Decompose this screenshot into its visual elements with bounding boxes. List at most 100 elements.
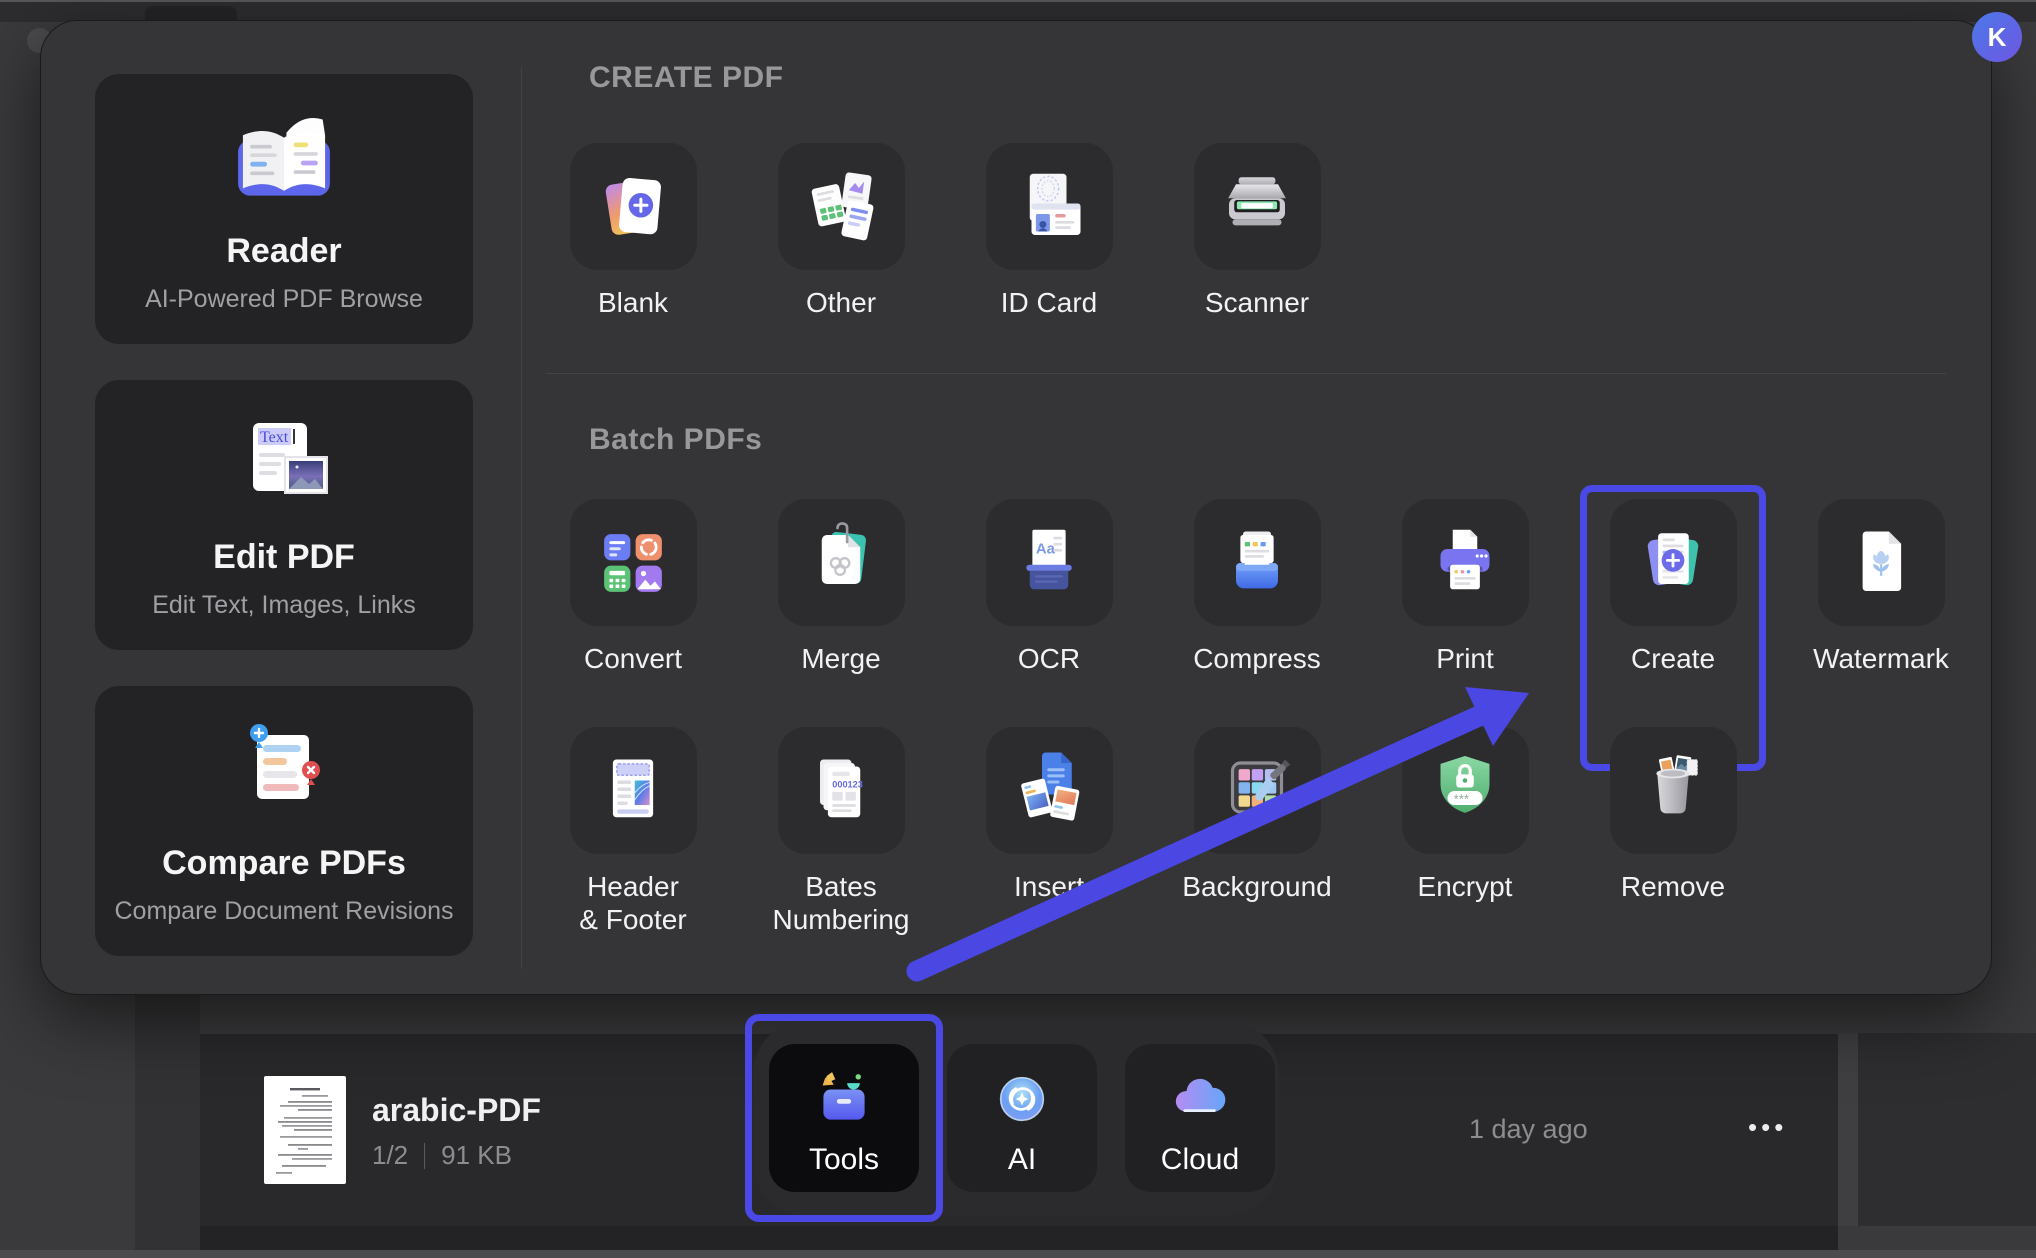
background-area: [1858, 1033, 2036, 1226]
tool-tile-ocr[interactable]: Aa OCR: [945, 499, 1153, 675]
svg-text:Aa: Aa: [1036, 541, 1056, 557]
tool-tile-print[interactable]: Print: [1361, 499, 1569, 675]
merge-icon: [799, 521, 883, 605]
tool-tile-blank[interactable]: Blank: [529, 143, 737, 319]
tool-tile-create[interactable]: Create: [1569, 499, 1777, 675]
mode-card-subtitle: Edit Text, Images, Links: [152, 591, 416, 620]
cloud-icon: [1162, 1061, 1238, 1137]
mode-card-title: Reader: [226, 232, 341, 271]
tool-tile-box: [570, 727, 697, 854]
tool-tile-label: Insert: [1014, 870, 1084, 903]
dock-button-cloud[interactable]: Cloud: [1125, 1044, 1275, 1192]
mode-card-title: Compare PDFs: [162, 844, 406, 883]
batch-pdfs-tile-row-2: Header & Footer 000123 Bates Numbering I…: [529, 727, 1985, 936]
tool-tile-id-card[interactable]: ID Card: [945, 143, 1153, 319]
tool-tile-label: Scanner: [1205, 286, 1309, 319]
file-name[interactable]: arabic-PDF: [372, 1092, 541, 1129]
bottom-dock: Tools AI Cloud: [753, 1020, 1279, 1216]
dock-button-label: AI: [1008, 1143, 1036, 1177]
file-more-menu[interactable]: •••: [1748, 1112, 1787, 1143]
tool-tile-other[interactable]: Other: [737, 143, 945, 319]
file-pages: 1/2: [372, 1140, 408, 1171]
encrypt-icon: ***: [1423, 749, 1507, 833]
tool-tile-scanner[interactable]: Scanner: [1153, 143, 1361, 319]
dock-button-ai[interactable]: AI: [947, 1044, 1097, 1192]
pdf-thumbnail-image: [268, 1080, 342, 1180]
tool-tile-label: Encrypt: [1418, 870, 1513, 903]
tool-tile-label: Blank: [598, 286, 668, 319]
tool-tile-remove[interactable]: Remove: [1569, 727, 1777, 936]
id-card-icon: [1007, 165, 1091, 249]
tool-tile-watermark[interactable]: Watermark: [1777, 499, 1985, 675]
dock-button-label: Cloud: [1161, 1143, 1239, 1177]
mode-card-reader[interactable]: Reader AI-Powered PDF Browse: [95, 74, 473, 344]
mode-card-title: Edit PDF: [213, 538, 355, 577]
watermark-icon: [1839, 521, 1923, 605]
compress-icon: [1215, 521, 1299, 605]
tool-tile-box: [986, 727, 1113, 854]
tool-tile-box: Aa: [986, 499, 1113, 626]
file-modified-time: 1 day ago: [1469, 1114, 1588, 1145]
tool-tile-insert[interactable]: Insert: [945, 727, 1153, 936]
reader-icon: [226, 111, 342, 215]
tool-tile-label: Create: [1631, 642, 1715, 675]
tool-tile-box: [570, 143, 697, 270]
tool-tile-box: [1194, 727, 1321, 854]
tool-tile-box: [778, 499, 905, 626]
create-pdf-section-title: CREATE PDF: [589, 61, 783, 95]
ocr-icon: Aa: [1007, 521, 1091, 605]
tool-tile-compress[interactable]: Compress: [1153, 499, 1361, 675]
svg-text:***: ***: [1454, 791, 1469, 806]
file-meta: 1/2 91 KB: [372, 1140, 512, 1171]
tool-tile-convert[interactable]: Convert: [529, 499, 737, 675]
bates-numbering-icon: 000123: [799, 749, 883, 833]
tool-tile-header-footer[interactable]: Header & Footer: [529, 727, 737, 936]
file-size: 91 KB: [441, 1140, 512, 1171]
background-icon: [1215, 749, 1299, 833]
tool-tile-box: ***: [1402, 727, 1529, 854]
tool-tile-box: [1402, 499, 1529, 626]
file-list-panel-footer: [200, 1226, 1838, 1250]
vertical-divider: [521, 67, 522, 969]
tool-tile-bates-numbering[interactable]: 000123 Bates Numbering: [737, 727, 945, 936]
pdf-thumbnail[interactable]: [264, 1076, 346, 1184]
tool-tile-label: Watermark: [1813, 642, 1949, 675]
tool-tile-label: Compress: [1193, 642, 1321, 675]
mode-card-compare-pdfs[interactable]: Compare PDFsCompare Document Revisions: [95, 686, 473, 956]
tools-icon: [806, 1061, 882, 1137]
tool-tile-label: ID Card: [1001, 286, 1097, 319]
tool-tile-label: Other: [806, 286, 876, 319]
window-title-bar: [0, 0, 2036, 22]
meta-divider: [424, 1143, 425, 1169]
mode-cards-column: Reader AI-Powered PDF Browse Text Edit PD…: [95, 74, 473, 956]
tools-modal: Reader AI-Powered PDF Browse Text Edit PD…: [40, 20, 1992, 995]
tool-tile-box: [1194, 499, 1321, 626]
background-sidebar-strip: [135, 995, 200, 1258]
tool-tile-label: OCR: [1018, 642, 1080, 675]
tool-tile-merge[interactable]: Merge: [737, 499, 945, 675]
tool-tile-background[interactable]: Background: [1153, 727, 1361, 936]
tool-tile-label: Merge: [801, 642, 880, 675]
section-divider: [546, 373, 1946, 374]
dock-button-tools[interactable]: Tools: [769, 1044, 919, 1192]
remove-icon: [1631, 749, 1715, 833]
mode-card-subtitle: AI-Powered PDF Browse: [145, 285, 423, 314]
tool-tile-encrypt[interactable]: *** Encrypt: [1361, 727, 1569, 936]
tool-tile-label: Background: [1182, 870, 1331, 903]
tool-tile-box: [570, 499, 697, 626]
header-footer-icon: [591, 749, 675, 833]
tool-tile-label: Header & Footer: [579, 870, 686, 936]
tool-tile-box: 000123: [778, 727, 905, 854]
svg-text:Text: Text: [260, 429, 289, 446]
tool-tile-box: [1194, 143, 1321, 270]
ai-icon: [984, 1061, 1060, 1137]
tool-tile-box: [778, 143, 905, 270]
mode-card-edit-pdf[interactable]: Text Edit PDF Edit Text, Images, Links: [95, 380, 473, 650]
user-avatar[interactable]: K: [1972, 12, 2022, 62]
batch-pdfs-section-title: Batch PDFs: [589, 423, 762, 457]
print-icon: [1423, 521, 1507, 605]
batch-pdfs-tile-row-1: Convert Merge Aa OCR Compress Print Crea…: [529, 499, 1985, 675]
tool-tile-box: [986, 143, 1113, 270]
insert-icon: [1007, 749, 1091, 833]
tool-tile-box: [1610, 727, 1737, 854]
